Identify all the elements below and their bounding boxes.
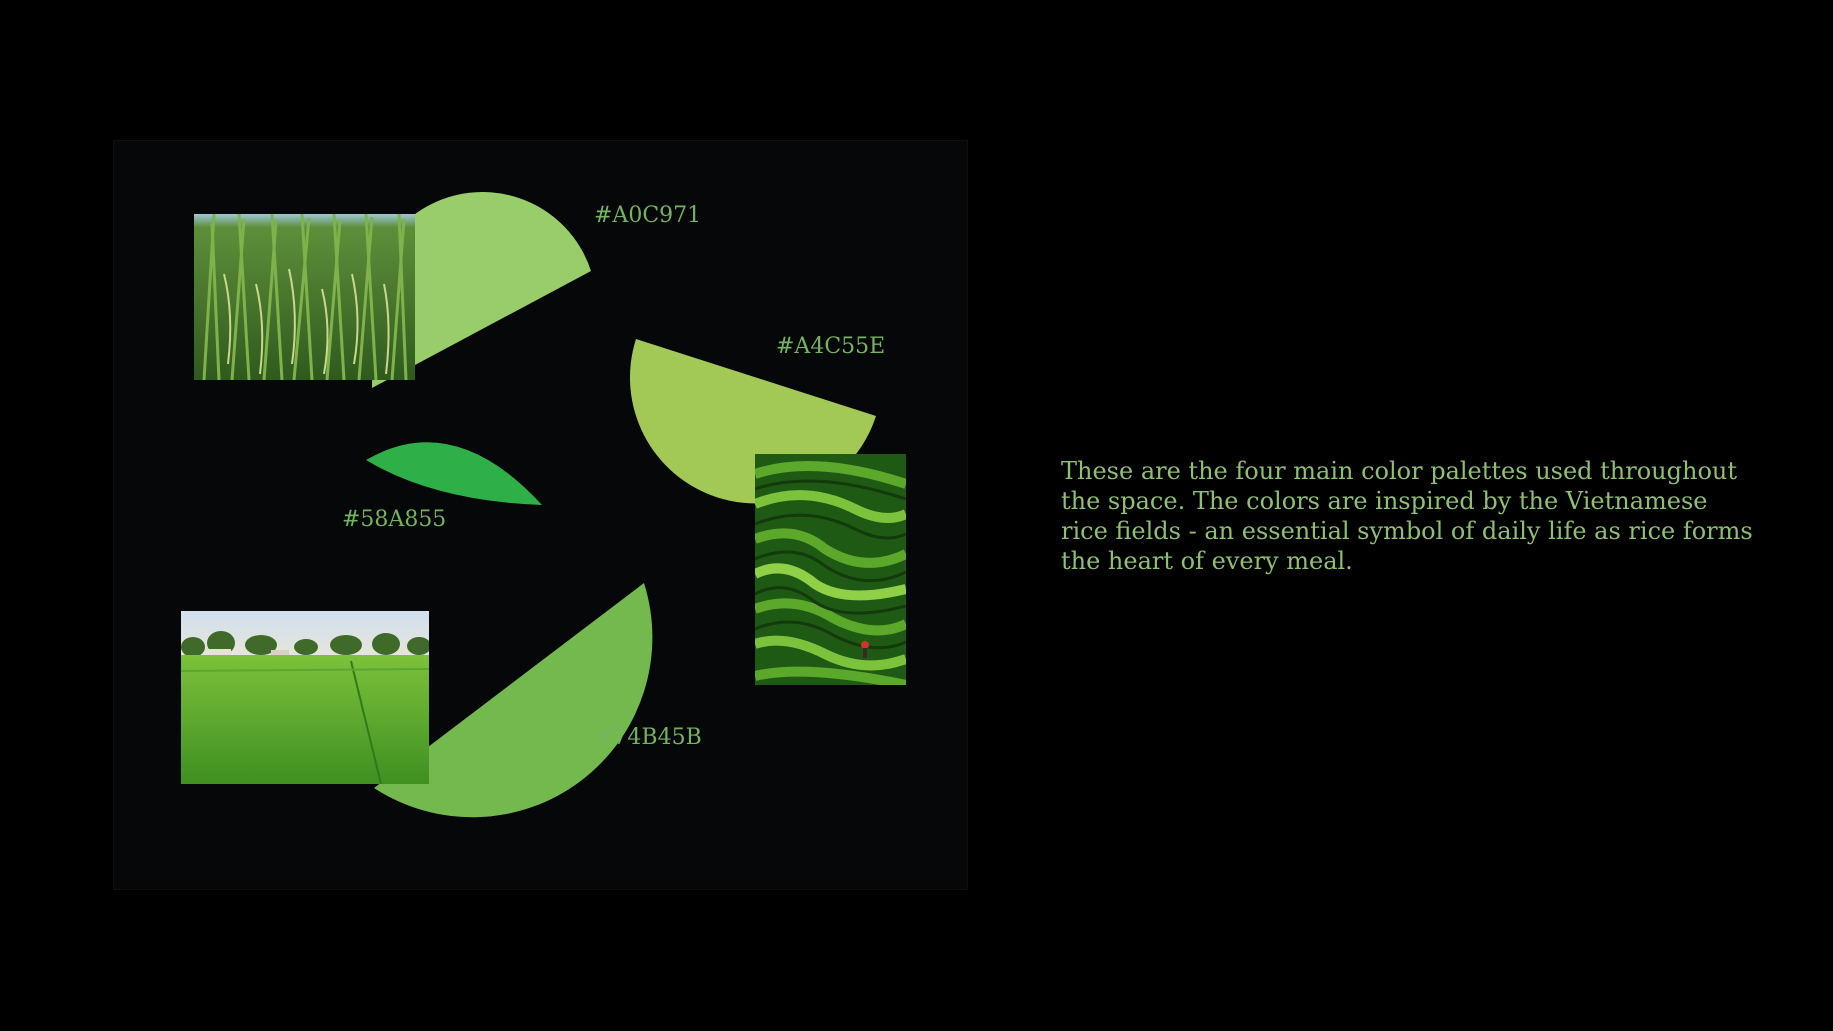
swatch-label-a0c971: #A0C971 bbox=[594, 203, 702, 228]
palette-board: #A0C971 #A4C55E #58A855 #74B45B bbox=[113, 140, 968, 890]
swatch-label-58a855: #58A855 bbox=[342, 507, 447, 532]
swatch-label-74b45b: #74B45B bbox=[595, 725, 702, 750]
rice-terraces-photo bbox=[755, 454, 906, 685]
rice-field-photo bbox=[181, 611, 429, 784]
rice-stalks-photo bbox=[194, 214, 415, 380]
swatch-58a855 bbox=[366, 442, 542, 505]
swatch-label-a4c55e: #A4C55E bbox=[776, 334, 886, 359]
palette-description: These are the four main color palettes u… bbox=[1061, 457, 1753, 575]
